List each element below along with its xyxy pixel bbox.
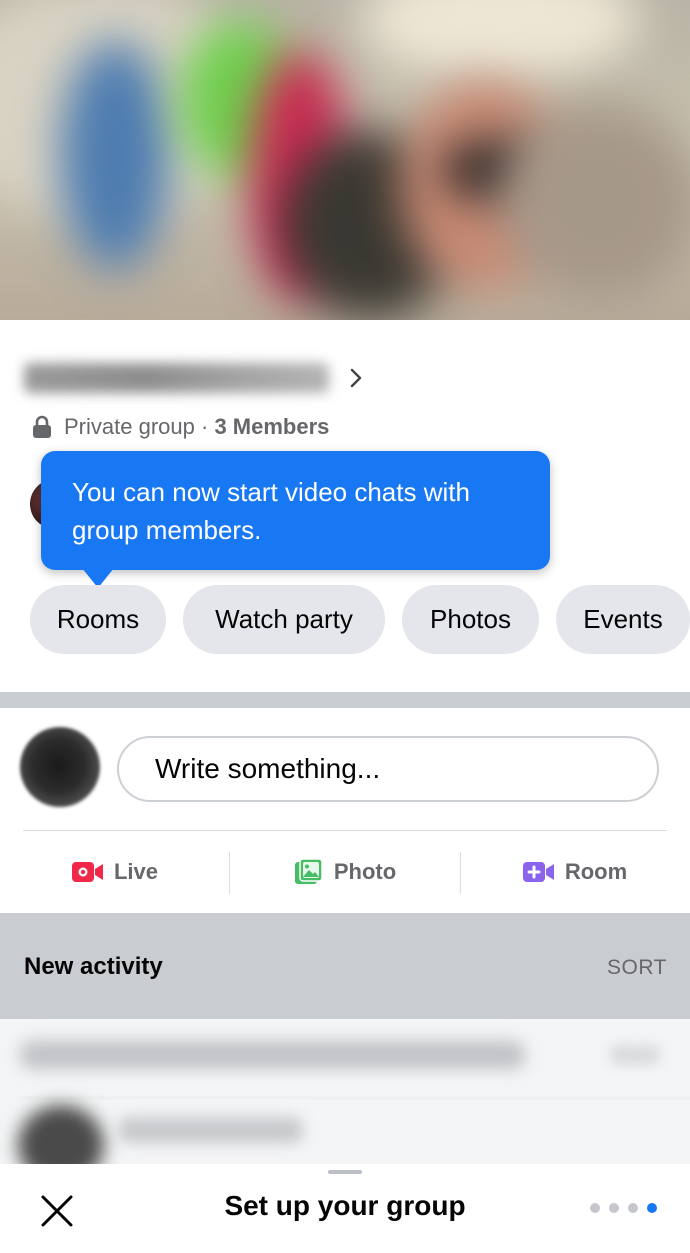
page-dot: [609, 1203, 619, 1213]
photo-icon: [294, 858, 323, 884]
photo-label: Photo: [333, 859, 397, 884]
composer-actions: Live Photo Room: [0, 848, 690, 896]
sheet-title: Set up your group: [224, 1190, 466, 1221]
meta-separator: ·: [200, 414, 209, 439]
user-avatar[interactable]: [20, 727, 100, 807]
group-tabs: Rooms Watch party Photos Events: [30, 585, 690, 654]
chip-rooms[interactable]: Rooms: [30, 585, 166, 654]
chip-events[interactable]: Events: [556, 585, 690, 654]
activity-feed: [0, 1019, 690, 1164]
action-separator: [460, 852, 461, 894]
chevron-right-icon: [343, 365, 369, 391]
group-name-link[interactable]: [24, 358, 369, 398]
lock-icon: [33, 415, 51, 438]
room-label: Room: [564, 859, 628, 884]
page-indicator: [590, 1203, 657, 1213]
live-video-icon: [71, 862, 103, 882]
group-name: [24, 363, 329, 393]
write-something-input[interactable]: Write something...: [117, 736, 659, 802]
group-cover-photo[interactable]: [0, 0, 690, 320]
tooltip-line-2: group members.: [72, 515, 262, 545]
sort-button[interactable]: SORT: [607, 956, 667, 980]
page-dot: [590, 1203, 600, 1213]
chip-photos[interactable]: Photos: [402, 585, 539, 654]
action-separator: [229, 852, 230, 894]
live-label: Live: [113, 859, 159, 884]
activity-title: New activity: [24, 953, 163, 980]
tooltip-line-1: You can now start video chats with: [72, 477, 470, 507]
composer-divider: [23, 830, 667, 831]
privacy-label: Private group: [64, 414, 195, 439]
sheet-drag-handle[interactable]: [328, 1170, 362, 1174]
member-count[interactable]: 3 Members: [214, 414, 329, 440]
chip-watch-party[interactable]: Watch party: [183, 585, 385, 654]
page-dot-active: [647, 1203, 657, 1213]
video-chat-tooltip[interactable]: You can now start video chats with group…: [41, 451, 550, 570]
group-meta: Private group · 3 Members: [32, 414, 329, 440]
room-button[interactable]: Room: [460, 848, 690, 896]
live-button[interactable]: Live: [0, 848, 230, 896]
section-divider: [0, 692, 690, 708]
room-video-plus-icon: [522, 862, 554, 882]
photo-button[interactable]: Photo: [230, 848, 460, 896]
page-dot: [628, 1203, 638, 1213]
